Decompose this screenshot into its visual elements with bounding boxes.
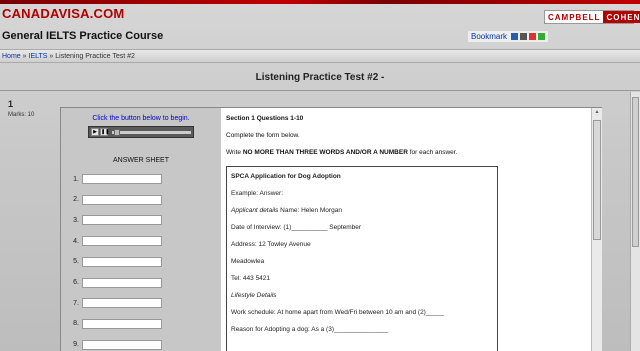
answer-number: 9. — [73, 341, 79, 349]
form-address-1: Address: 12 Towley Avenue — [231, 241, 311, 248]
inner-scrollbar[interactable]: ▲ — [591, 108, 602, 351]
breadcrumb-separator: » — [49, 53, 54, 60]
breadcrumb-separator: » — [22, 53, 27, 60]
form-lifestyle: Lifestyle Details — [231, 292, 277, 299]
answer-input[interactable] — [82, 298, 162, 309]
form-work: Work schedule: At home apart from Wed/Fr… — [231, 309, 444, 316]
answer-sheet-title: ANSWER SHEET — [112, 157, 169, 164]
section-heading: Section 1 Questions 1-10 — [226, 115, 304, 122]
instruction-2: Write NO MORE THAN THREE WORDS AND/OR A … — [226, 149, 458, 156]
form-title: SPCA Application for Dog Adoption — [231, 173, 341, 180]
breadcrumb: Home » IELTS » Listening Practice Test #… — [0, 49, 640, 63]
breadcrumb-home[interactable]: Home — [2, 53, 21, 60]
question-marks: Marks: 10 — [8, 112, 35, 118]
bookmark-widget[interactable]: Bookmark — [467, 31, 548, 42]
pause-icon[interactable]: ❚❚ — [100, 128, 109, 136]
answer-number: 1. — [73, 175, 79, 183]
answer-input[interactable] — [82, 194, 162, 205]
question-number: 1 — [8, 99, 14, 109]
form-address-2: Meadowlea — [231, 258, 265, 265]
scroll-thumb[interactable] — [593, 120, 601, 240]
logo-right-text: COHEN — [603, 11, 640, 23]
stumble-icon[interactable] — [529, 33, 536, 40]
form-applicant: Applicant details Name: Helen Morgan — [231, 207, 342, 214]
answer-input[interactable] — [82, 318, 162, 329]
scroll-up-icon[interactable]: ▲ — [593, 109, 601, 117]
answer-input[interactable] — [82, 256, 162, 267]
question-sheet: Section 1 Questions 1-10 Complete the fo… — [221, 108, 591, 351]
campbell-cohen-logo[interactable]: CAMPBELL COHEN — [544, 10, 640, 24]
answer-input[interactable] — [82, 277, 162, 288]
answer-number: 6. — [73, 279, 79, 286]
answer-row: 9. — [69, 339, 162, 350]
form-example: Example: Answer: — [231, 190, 284, 197]
answer-row: 6. — [69, 277, 162, 288]
answer-row: 8. — [69, 318, 162, 329]
answer-row: 7. — [69, 298, 162, 309]
seek-handle[interactable] — [114, 128, 120, 136]
audio-seek-bar[interactable] — [112, 128, 191, 136]
answer-number: 7. — [73, 299, 79, 307]
answer-row: 3. — [69, 215, 162, 226]
bookmark-label[interactable]: Bookmark — [471, 32, 507, 41]
answer-number: 5. — [73, 258, 79, 266]
form-reason: Reason for Adopting a dog: As a (3)_____… — [231, 326, 389, 333]
breadcrumb-current: Listening Practice Test #2 — [55, 53, 135, 60]
page-scroll-thumb[interactable] — [632, 97, 639, 247]
form-interview: Date of Interview: (1)__________ Septemb… — [231, 224, 362, 231]
page-title: Listening Practice Test #2 - — [255, 72, 385, 83]
page-scrollbar[interactable] — [630, 92, 640, 351]
instruction-1: Complete the form below. — [226, 132, 300, 139]
answer-number: 4. — [73, 237, 79, 245]
more-share-icon[interactable] — [538, 33, 545, 40]
divider — [0, 90, 640, 91]
answer-input[interactable] — [82, 174, 162, 184]
top-red-bar — [0, 0, 640, 4]
answer-input[interactable] — [82, 236, 162, 247]
answer-input[interactable] — [82, 215, 162, 226]
answer-number: 2. — [73, 196, 79, 204]
delicious-icon[interactable] — [511, 33, 518, 40]
adoption-form: SPCA Application for Dog Adoption Exampl… — [226, 166, 498, 351]
answer-row: 2. — [69, 194, 162, 205]
test-panel: Click the button below to begin. ▶ ❚❚ AN… — [60, 107, 602, 351]
course-title: General IELTS Practice Course — [2, 30, 164, 42]
breadcrumb-ielts[interactable]: IELTS — [29, 53, 48, 60]
answer-row: 1. — [69, 174, 162, 184]
begin-instruction: Click the button below to begin. — [92, 115, 190, 122]
audio-player[interactable]: ▶ ❚❚ — [88, 126, 194, 138]
answer-number: 8. — [73, 320, 79, 328]
answer-row: 4. — [69, 236, 162, 247]
form-tel: Tel: 443 5421 — [231, 275, 271, 282]
logo-left-text: CAMPBELL — [545, 11, 604, 23]
answer-input[interactable] — [82, 339, 162, 350]
answer-number: 3. — [73, 216, 79, 224]
site-logo[interactable]: CANADAVISA.COM — [2, 6, 124, 21]
answer-column: Click the button below to begin. ▶ ❚❚ AN… — [61, 108, 221, 351]
bookmark-icons[interactable] — [511, 33, 545, 40]
digg-icon[interactable] — [520, 33, 527, 40]
answer-row: 5. — [69, 256, 162, 267]
play-icon[interactable]: ▶ — [91, 128, 99, 136]
